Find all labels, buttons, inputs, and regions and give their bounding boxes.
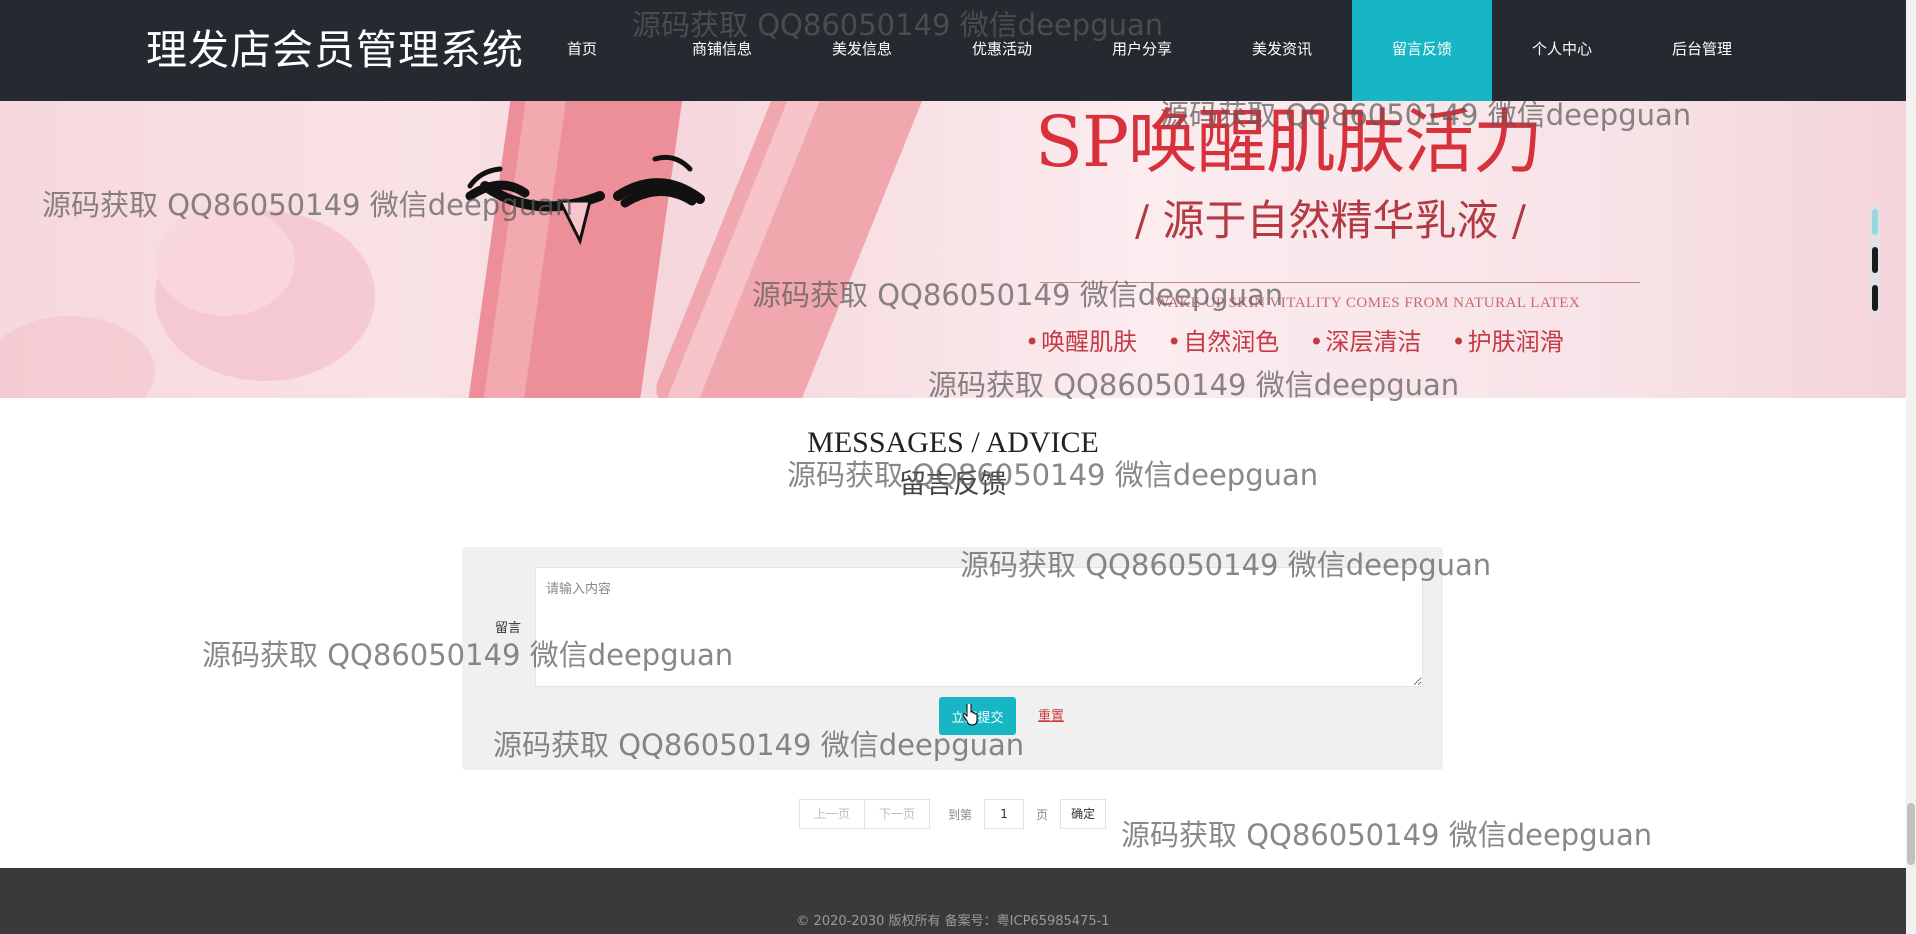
site-title: 理发店会员管理系统: [146, 26, 524, 74]
section-title-en: MESSAGES / ADVICE: [807, 426, 1099, 459]
petal-shape: [0, 316, 155, 398]
message-form: 留言 立即提交 重置: [462, 547, 1443, 770]
goto-label: 到第: [948, 807, 973, 822]
page-unit-label: 页: [1036, 807, 1049, 822]
scrollbar-thumb[interactable]: [1907, 803, 1915, 865]
main-menu: 首页 商铺信息 美发信息 优惠活动 用户分享 美发资讯 留言反馈 个人中心 后台…: [512, 0, 1772, 101]
page: 理发店会员管理系统 首页 商铺信息 美发信息 优惠活动 用户分享 美发资讯 留言…: [0, 0, 1916, 934]
reset-button[interactable]: 重置: [1038, 705, 1064, 724]
page-scrollbar[interactable]: [1906, 0, 1916, 934]
carousel-dot[interactable]: [1872, 209, 1878, 235]
page-number-input[interactable]: [984, 799, 1025, 829]
nav-item-home[interactable]: 首页: [512, 0, 652, 101]
banner-bullet: 深层清洁: [1309, 327, 1421, 357]
nav-item-promotions[interactable]: 优惠活动: [932, 0, 1072, 101]
footer: © 2020-2030 版权所有 备案号：粤ICP65985475-1: [0, 868, 1906, 934]
nav-item-user-share[interactable]: 用户分享: [1072, 0, 1212, 101]
banner-headline: SP唤醒肌肤活力: [1035, 101, 1543, 183]
copyright-text: © 2020-2030 版权所有 备案号：粤ICP65985475-1: [796, 914, 1110, 929]
goto-confirm-button[interactable]: 确定: [1060, 799, 1107, 829]
next-page-button[interactable]: 下一页: [865, 799, 931, 829]
nav-item-admin[interactable]: 后台管理: [1632, 0, 1772, 101]
product-tube-right: [656, 101, 932, 398]
banner-bullet: 护肤润滑: [1451, 327, 1564, 357]
petal-shape: [155, 206, 295, 316]
carousel-indicator[interactable]: [1870, 205, 1880, 315]
top-navbar: 理发店会员管理系统 首页 商铺信息 美发信息 优惠活动 用户分享 美发资讯 留言…: [0, 0, 1906, 101]
nav-item-personal-center[interactable]: 个人中心: [1492, 0, 1632, 101]
banner-divider: [1040, 282, 1640, 283]
banner-small-text: WAKE UP SKIN VITALITY COMES FROM NATURAL…: [1155, 295, 1581, 311]
carousel-dot[interactable]: [1872, 285, 1878, 311]
message-label: 留言: [495, 621, 522, 636]
nav-item-feedback[interactable]: 留言反馈: [1352, 0, 1492, 101]
pagination: 上一页 下一页 到第 页 确定: [799, 799, 1107, 829]
product-tube-left: [464, 101, 686, 398]
banner-bullets: 唤醒肌肤 自然润色 深层清洁 护肤润滑: [1025, 327, 1564, 357]
carousel-dot[interactable]: [1872, 247, 1878, 273]
watermark-text: 源码获取 QQ86050149 微信deepguan: [1121, 818, 1653, 852]
section-title-cn: 留言反馈: [899, 469, 1007, 500]
message-textarea[interactable]: [535, 567, 1423, 687]
hand-cursor-icon: [962, 704, 978, 726]
banner-illustration: [0, 101, 932, 398]
banner-carousel[interactable]: SP唤醒肌肤活力 / 源于自然精华乳液 / WAKE UP SKIN VITAL…: [0, 101, 1906, 398]
nav-item-shop-info[interactable]: 商铺信息: [652, 0, 792, 101]
nav-item-hair-news[interactable]: 美发资讯: [1212, 0, 1352, 101]
banner-bullet: 自然润色: [1167, 327, 1279, 357]
prev-page-button[interactable]: 上一页: [799, 799, 866, 829]
banner-bullet: 唤醒肌肤: [1025, 327, 1137, 357]
nav-item-hair-info[interactable]: 美发信息: [792, 0, 932, 101]
banner-subline: / 源于自然精华乳液 /: [1135, 196, 1527, 245]
